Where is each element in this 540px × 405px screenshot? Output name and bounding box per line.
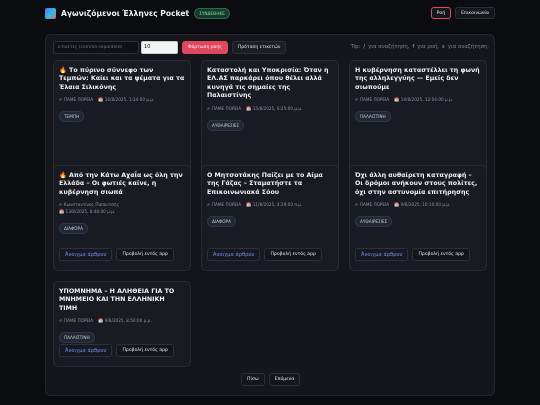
pagination: Πίσω Επόμενα: [241, 373, 301, 386]
suggest-tags-button[interactable]: Πρόταση ετικετών: [231, 40, 287, 54]
open-article-button[interactable]: Άνοιγμα άρθρου: [59, 248, 113, 261]
article-date: 📅 9/8/2025, 8:50:00 μ.μ.: [98, 318, 152, 324]
article-author: ✍ Κωνσταντίνος Παπουτσής: [59, 202, 120, 208]
article-meta: ✍ ΠΑΜΕ ΠΟΡΕΙΑ 📅 9/8/2025, 10:10:00 μ.μ.: [355, 202, 481, 208]
article-author: ✍ ΠΑΜΕ ΠΟΡΕΙΑ: [59, 97, 94, 103]
article-meta-date: 📅 13/8/2025, 8:48:00 μ.μ.: [59, 209, 185, 215]
hint-key-feed: f: [412, 44, 415, 50]
open-article-button[interactable]: Άνοιγμα άρθρου: [207, 248, 261, 261]
card-actions: Άνοιγμα άρθρου Προβολή εντός app: [207, 248, 322, 261]
contact-button[interactable]: Επικοινωνία: [455, 7, 495, 19]
view-in-app-button[interactable]: Προβολή εντός app: [264, 248, 322, 261]
article-date: 📅 13/8/2025, 8:48:00 μ.μ.: [59, 209, 116, 215]
article-card: 🔥 Από την Κάτω Αχαΐα ως όλη την Ελλάδα –…: [53, 165, 191, 271]
prev-page-button[interactable]: Πίσω: [241, 373, 265, 386]
article-title: Καταστολή και Υποκρισία: Όταν η ΕΛ.ΑΣ πα…: [207, 67, 329, 100]
article-title: Όχι άλλη αυθαίρετη καταγραφή – Οι δρόμοι…: [355, 172, 478, 196]
article-tag[interactable]: ΠΑΛΑΙΣΤΙΝΗ: [355, 111, 391, 123]
hint-tip: Tip:: [350, 44, 361, 50]
article-date: 📅 16/8/2025, 1:34:00 μ.μ.: [98, 97, 155, 103]
app-logo-icon: [45, 7, 56, 19]
article-title: Ο Μητσοτάκης Παίζει με το Αίμα της Γάζας…: [207, 172, 323, 196]
article-title: Η κυβέρνηση καταστέλλει τη φωνή της αλλη…: [355, 67, 480, 91]
article-author: ✍ ΠΑΜΕ ΠΟΡΕΙΑ: [355, 202, 390, 208]
top-actions: Ροή Επικοινωνία: [430, 7, 495, 19]
article-meta: ✍ ΠΑΜΕ ΠΟΡΕΙΑ 📅 16/8/2025, 1:34:00 μ.μ.: [59, 97, 185, 103]
hint-search-text: για αναζήτηση,: [368, 44, 410, 50]
card-actions: Άνοιγμα άρθρου Προβολή εντός app: [59, 344, 174, 357]
article-meta: ✍ ΠΑΜΕ ΠΟΡΕΙΑ 📅 15/8/2025, 6:25:00 μ.μ.: [207, 106, 333, 112]
article-date: 📅 14/8/2025, 12:04:00 μ.μ.: [394, 97, 453, 103]
hint-key-s: s: [442, 44, 445, 50]
load-feed-button[interactable]: Φόρτωση ροής: [182, 40, 228, 54]
open-article-button[interactable]: Άνοιγμα άρθρου: [355, 248, 409, 261]
tags-input[interactable]: [53, 40, 139, 54]
article-date: 📅 15/8/2025, 6:25:00 μ.μ.: [246, 105, 303, 111]
feed-toolbar: Φόρτωση ροής Πρόταση ετικετών Tip: / για…: [53, 40, 489, 54]
article-title: 🔥 Από την Κάτω Αχαΐα ως όλη την Ελλάδα –…: [59, 172, 183, 196]
limit-input[interactable]: [141, 40, 178, 54]
view-in-app-button[interactable]: Προβολή εντός app: [116, 344, 174, 357]
keyboard-hint: Tip: / για αναζήτηση, f για ροή, s για α…: [351, 44, 489, 50]
card-actions: Άνοιγμα άρθρου Προβολή εντός app: [355, 248, 470, 261]
article-author: ✍ ΠΑΜΕ ΠΟΡΕΙΑ: [59, 318, 94, 324]
app-title: Αγωνιζόμενοι Έλληνες Pocket: [61, 8, 190, 18]
view-in-app-button[interactable]: Προβολή εντός app: [412, 248, 470, 261]
feed-panel: Φόρτωση ροής Πρόταση ετικετών Tip: / για…: [45, 34, 495, 396]
article-author: ✍ ΠΑΜΕ ΠΟΡΕΙΑ: [207, 105, 242, 111]
card-actions: Άνοιγμα άρθρου Προβολή εντός app: [59, 248, 174, 261]
feed-button[interactable]: Ροή: [430, 7, 452, 19]
article-card: Όχι άλλη αυθαίρετη καταγραφή – Οι δρόμοι…: [349, 165, 487, 271]
article-date: 📅 9/8/2025, 10:10:00 μ.μ.: [394, 202, 451, 208]
view-in-app-button[interactable]: Προβολή εντός app: [116, 248, 174, 261]
next-page-button[interactable]: Επόμενα: [268, 373, 301, 386]
article-card: ΥΠΟΜΝΗΜΑ – Η ΑΛΗΘΕΙΑ ΓΙΑ ΤΟ ΜΝΗΜΕΙΟ ΚΑΙ …: [53, 281, 191, 367]
article-card: Ο Μητσοτάκης Παίζει με το Αίμα της Γάζας…: [201, 165, 339, 271]
article-title: ΥΠΟΜΝΗΜΑ – Η ΑΛΗΘΕΙΑ ΓΙΑ ΤΟ ΜΝΗΜΕΙΟ ΚΑΙ …: [59, 288, 175, 312]
hint-key-search: /: [363, 44, 366, 50]
article-tag[interactable]: ΔΙΑΦΟΡΑ: [59, 223, 88, 235]
sync-status-badge: ΣΥΝΔΕΘΗΚΕ: [194, 7, 230, 19]
article-title: 🔥 Το πύρινο σύννεφο των Τεμπών: Καίει κα…: [59, 67, 185, 91]
article-tag[interactable]: ΑΥΘΑΙΡΕΣΙΕΣ: [355, 216, 393, 228]
open-article-button[interactable]: Άνοιγμα άρθρου: [59, 344, 113, 357]
article-meta: ✍ Κωνσταντίνος Παπουτσής: [59, 202, 185, 207]
article-meta: ✍ ΠΑΜΕ ΠΟΡΕΙΑ 📅 9/8/2025, 8:50:00 μ.μ.: [59, 318, 185, 324]
article-tag[interactable]: ΔΙΑΦΟΡΑ: [207, 216, 236, 228]
article-meta: ✍ ΠΑΜΕ ΠΟΡΕΙΑ 📅 11/8/2025, 4:29:00 π.μ.: [207, 202, 333, 208]
article-meta: ✍ ΠΑΜΕ ΠΟΡΕΙΑ 📅 14/8/2025, 12:04:00 μ.μ.: [355, 97, 481, 103]
article-tag[interactable]: ΤΕΜΠΗ: [59, 111, 85, 123]
article-author: ✍ ΠΑΜΕ ΠΟΡΕΙΑ: [207, 202, 242, 208]
article-tag[interactable]: ΑΥΘΑΙΡΕΣΙΕΣ: [207, 119, 245, 131]
article-author: ✍ ΠΑΜΕ ΠΟΡΕΙΑ: [355, 97, 390, 103]
article-date: 📅 11/8/2025, 4:29:00 π.μ.: [246, 202, 303, 208]
hint-search2-text: για αναζήτηση.: [447, 44, 489, 50]
top-bar: Αγωνιζόμενοι Έλληνες Pocket ΣΥΝΔΕΘΗΚΕ Ρο…: [0, 0, 540, 26]
hint-feed-text: για ροή,: [417, 44, 439, 50]
article-tag[interactable]: ΠΑΛΑΙΣΤΙΝΗ: [59, 332, 95, 344]
